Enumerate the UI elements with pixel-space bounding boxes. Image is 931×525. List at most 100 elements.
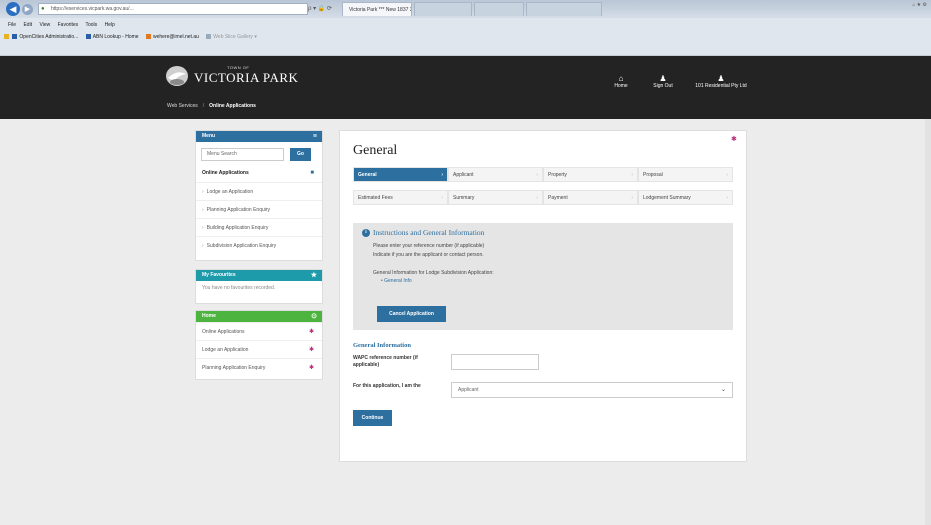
chevron-right-icon: ›: [536, 172, 538, 178]
step-property[interactable]: Property ›: [543, 167, 638, 182]
instructions-box: i Instructions and General Information P…: [353, 223, 733, 330]
fav-link[interactable]: wehere@imel.net.au: [145, 34, 199, 40]
step-lodgement-summary[interactable]: Lodgement Summary ›: [638, 190, 733, 205]
breadcrumb-web-services[interactable]: Web Services: [167, 103, 198, 109]
chevron-right-icon: ›: [441, 195, 443, 201]
favourite-star-icon[interactable]: ✱: [309, 323, 314, 341]
breadcrumb-current: Online Applications: [209, 103, 256, 109]
site-header: TOWN OF VICTORIA PARK Web Services / Onlin…: [0, 56, 931, 119]
chevron-down-icon: ⌄: [720, 387, 726, 393]
info-icon: i: [362, 229, 370, 237]
header-signout-link[interactable]: ♟ Sign Out: [652, 74, 674, 89]
favorites-bar: OpenCities Administratio... ABN Lookup -…: [0, 31, 931, 43]
favourites-panel-header[interactable]: My Favourites ★: [196, 270, 322, 281]
chevron-right-icon: ›: [441, 172, 443, 178]
hamburger-icon[interactable]: ≡: [313, 131, 317, 142]
address-bar[interactable]: ● https://eservices.vicpark.wa.gov.au/..…: [38, 3, 308, 15]
browser-tab-active[interactable]: Victoria Park *** New 1837 3...: [342, 2, 412, 16]
home-panel-header[interactable]: Home ⊙: [196, 311, 322, 322]
browser-tab[interactable]: [526, 2, 602, 16]
chevron-right-icon: ›: [726, 195, 728, 201]
menu-edit[interactable]: Edit: [23, 22, 32, 28]
refresh-icon[interactable]: ⊙: [311, 311, 317, 322]
favorites-star-icon: [4, 34, 9, 40]
logo-main-text: VICTORIA PARK: [194, 70, 299, 85]
browser-tab[interactable]: [474, 2, 524, 16]
forward-button[interactable]: ▶: [22, 4, 33, 15]
menu-search-button[interactable]: Go: [290, 148, 311, 161]
browser-menubar: File Edit View Favorites Tools Help: [0, 19, 931, 31]
address-url: https://eservices.vicpark.wa.gov.au/...: [51, 6, 134, 12]
general-information-heading: General Information: [353, 342, 411, 349]
instructions-title: Instructions and General Information: [373, 228, 485, 237]
menu-search-row: Menu Search Go: [196, 142, 322, 164]
sidebar-item-lodge-application[interactable]: Lodge an Application: [196, 182, 322, 200]
home-panel: Home ⊙ Online Applications ✱ Lodge an Ap…: [195, 310, 323, 380]
fav-link[interactable]: OpenCities Administratio...: [12, 34, 78, 40]
sidebar-item-planning-enquiry[interactable]: Planning Application Enquiry: [196, 200, 322, 218]
wapc-reference-input[interactable]: [451, 354, 539, 370]
user-icon: ♟: [717, 74, 725, 83]
sidebar-item-online-applications[interactable]: Online Applications ■: [196, 164, 322, 182]
chevron-right-icon: ›: [536, 195, 538, 201]
favourite-star-icon[interactable]: ✱: [309, 341, 314, 359]
lock-icon: ●: [41, 6, 45, 12]
continue-button[interactable]: Continue: [353, 410, 392, 426]
step-payment[interactable]: Payment ›: [543, 190, 638, 205]
menu-panel: Menu ≡ Menu Search Go Online Application…: [195, 130, 323, 261]
role-select[interactable]: Applicant ⌄: [451, 382, 733, 398]
chevron-right-icon: ›: [631, 172, 633, 178]
menu-search-input[interactable]: Menu Search: [201, 148, 284, 161]
user-icon: ♟: [659, 74, 667, 83]
chevron-right-icon: ›: [726, 172, 728, 178]
logo-emblem-icon: [166, 66, 188, 86]
general-info-link[interactable]: • General Info: [381, 278, 412, 284]
page-title: General: [353, 143, 398, 158]
breadcrumb-separator: /: [202, 103, 205, 109]
home-item-planning-enquiry[interactable]: Planning Application Enquiry ✱: [196, 358, 322, 376]
home-item-online-applications[interactable]: Online Applications ✱: [196, 322, 322, 340]
web-slice-icon: [206, 34, 212, 40]
home-item-lodge-application[interactable]: Lodge an Application ✱: [196, 340, 322, 358]
page-scrollbar[interactable]: [925, 119, 931, 525]
step-applicant[interactable]: Applicant ›: [448, 167, 543, 182]
fav-link[interactable]: ABN Lookup - Home: [85, 34, 139, 40]
step-estimated-fees[interactable]: Estimated Fees ›: [353, 190, 448, 205]
favourites-panel: My Favourites ★ You have no favourites r…: [195, 269, 323, 304]
menu-panel-header[interactable]: Menu ≡: [196, 131, 322, 142]
favourite-star-icon[interactable]: ✱: [309, 359, 314, 377]
step-proposal[interactable]: Proposal ›: [638, 167, 733, 182]
back-button[interactable]: ◀: [6, 2, 20, 16]
sidebar-item-building-enquiry[interactable]: Building Application Enquiry: [196, 218, 322, 236]
menu-file[interactable]: File: [8, 22, 16, 28]
menu-view[interactable]: View: [39, 22, 50, 28]
fav-link[interactable]: Web Slice Gallery ▾: [206, 34, 257, 40]
site-logo[interactable]: TOWN OF VICTORIA PARK: [165, 62, 299, 92]
star-icon: ★: [310, 272, 317, 279]
browser-tabbar: ◀ ▶ ● https://eservices.vicpark.wa.gov.a…: [0, 0, 931, 18]
add-favourite-star-icon[interactable]: ✱: [731, 135, 737, 143]
browser-chrome: ◀ ▶ ● https://eservices.vicpark.wa.gov.a…: [0, 0, 931, 56]
cancel-application-button[interactable]: Cancel Application: [377, 306, 446, 322]
main-card: ✱ General General › Applicant › Property › …: [339, 130, 747, 462]
site-icon: [85, 34, 91, 40]
browser-tab[interactable]: [414, 2, 472, 16]
role-label: For this application, I am the: [353, 383, 421, 389]
menu-favorites[interactable]: Favorites: [58, 22, 79, 28]
header-account-link[interactable]: ♟ 101 Residential Pty Ltd: [692, 74, 750, 89]
menu-help[interactable]: Help: [105, 22, 115, 28]
step-summary[interactable]: Summary ›: [448, 190, 543, 205]
step-general[interactable]: General ›: [353, 167, 448, 182]
menu-tools[interactable]: Tools: [85, 22, 97, 28]
window-controls[interactable]: ⌂ ★ ⚙: [887, 0, 927, 12]
instructions-line: Please enter your reference number (if a…: [373, 243, 485, 249]
favourites-empty-text: You have no favourites recorded.: [202, 285, 276, 291]
address-tools[interactable]: ρ ▾ 🔒 ⟳: [308, 3, 340, 15]
header-home-link[interactable]: ⌂ Home: [614, 74, 628, 89]
instructions-line: Indicate if you are the applicant or con…: [373, 252, 484, 258]
sidebar-item-subdivision-enquiry[interactable]: Subdivision Application Enquiry: [196, 236, 322, 254]
chevron-right-icon: ›: [631, 195, 633, 201]
wapc-label: WAPC reference number (if applicable): [353, 355, 418, 368]
home-icon: ⌂: [618, 74, 624, 83]
site-icon: [12, 34, 18, 40]
